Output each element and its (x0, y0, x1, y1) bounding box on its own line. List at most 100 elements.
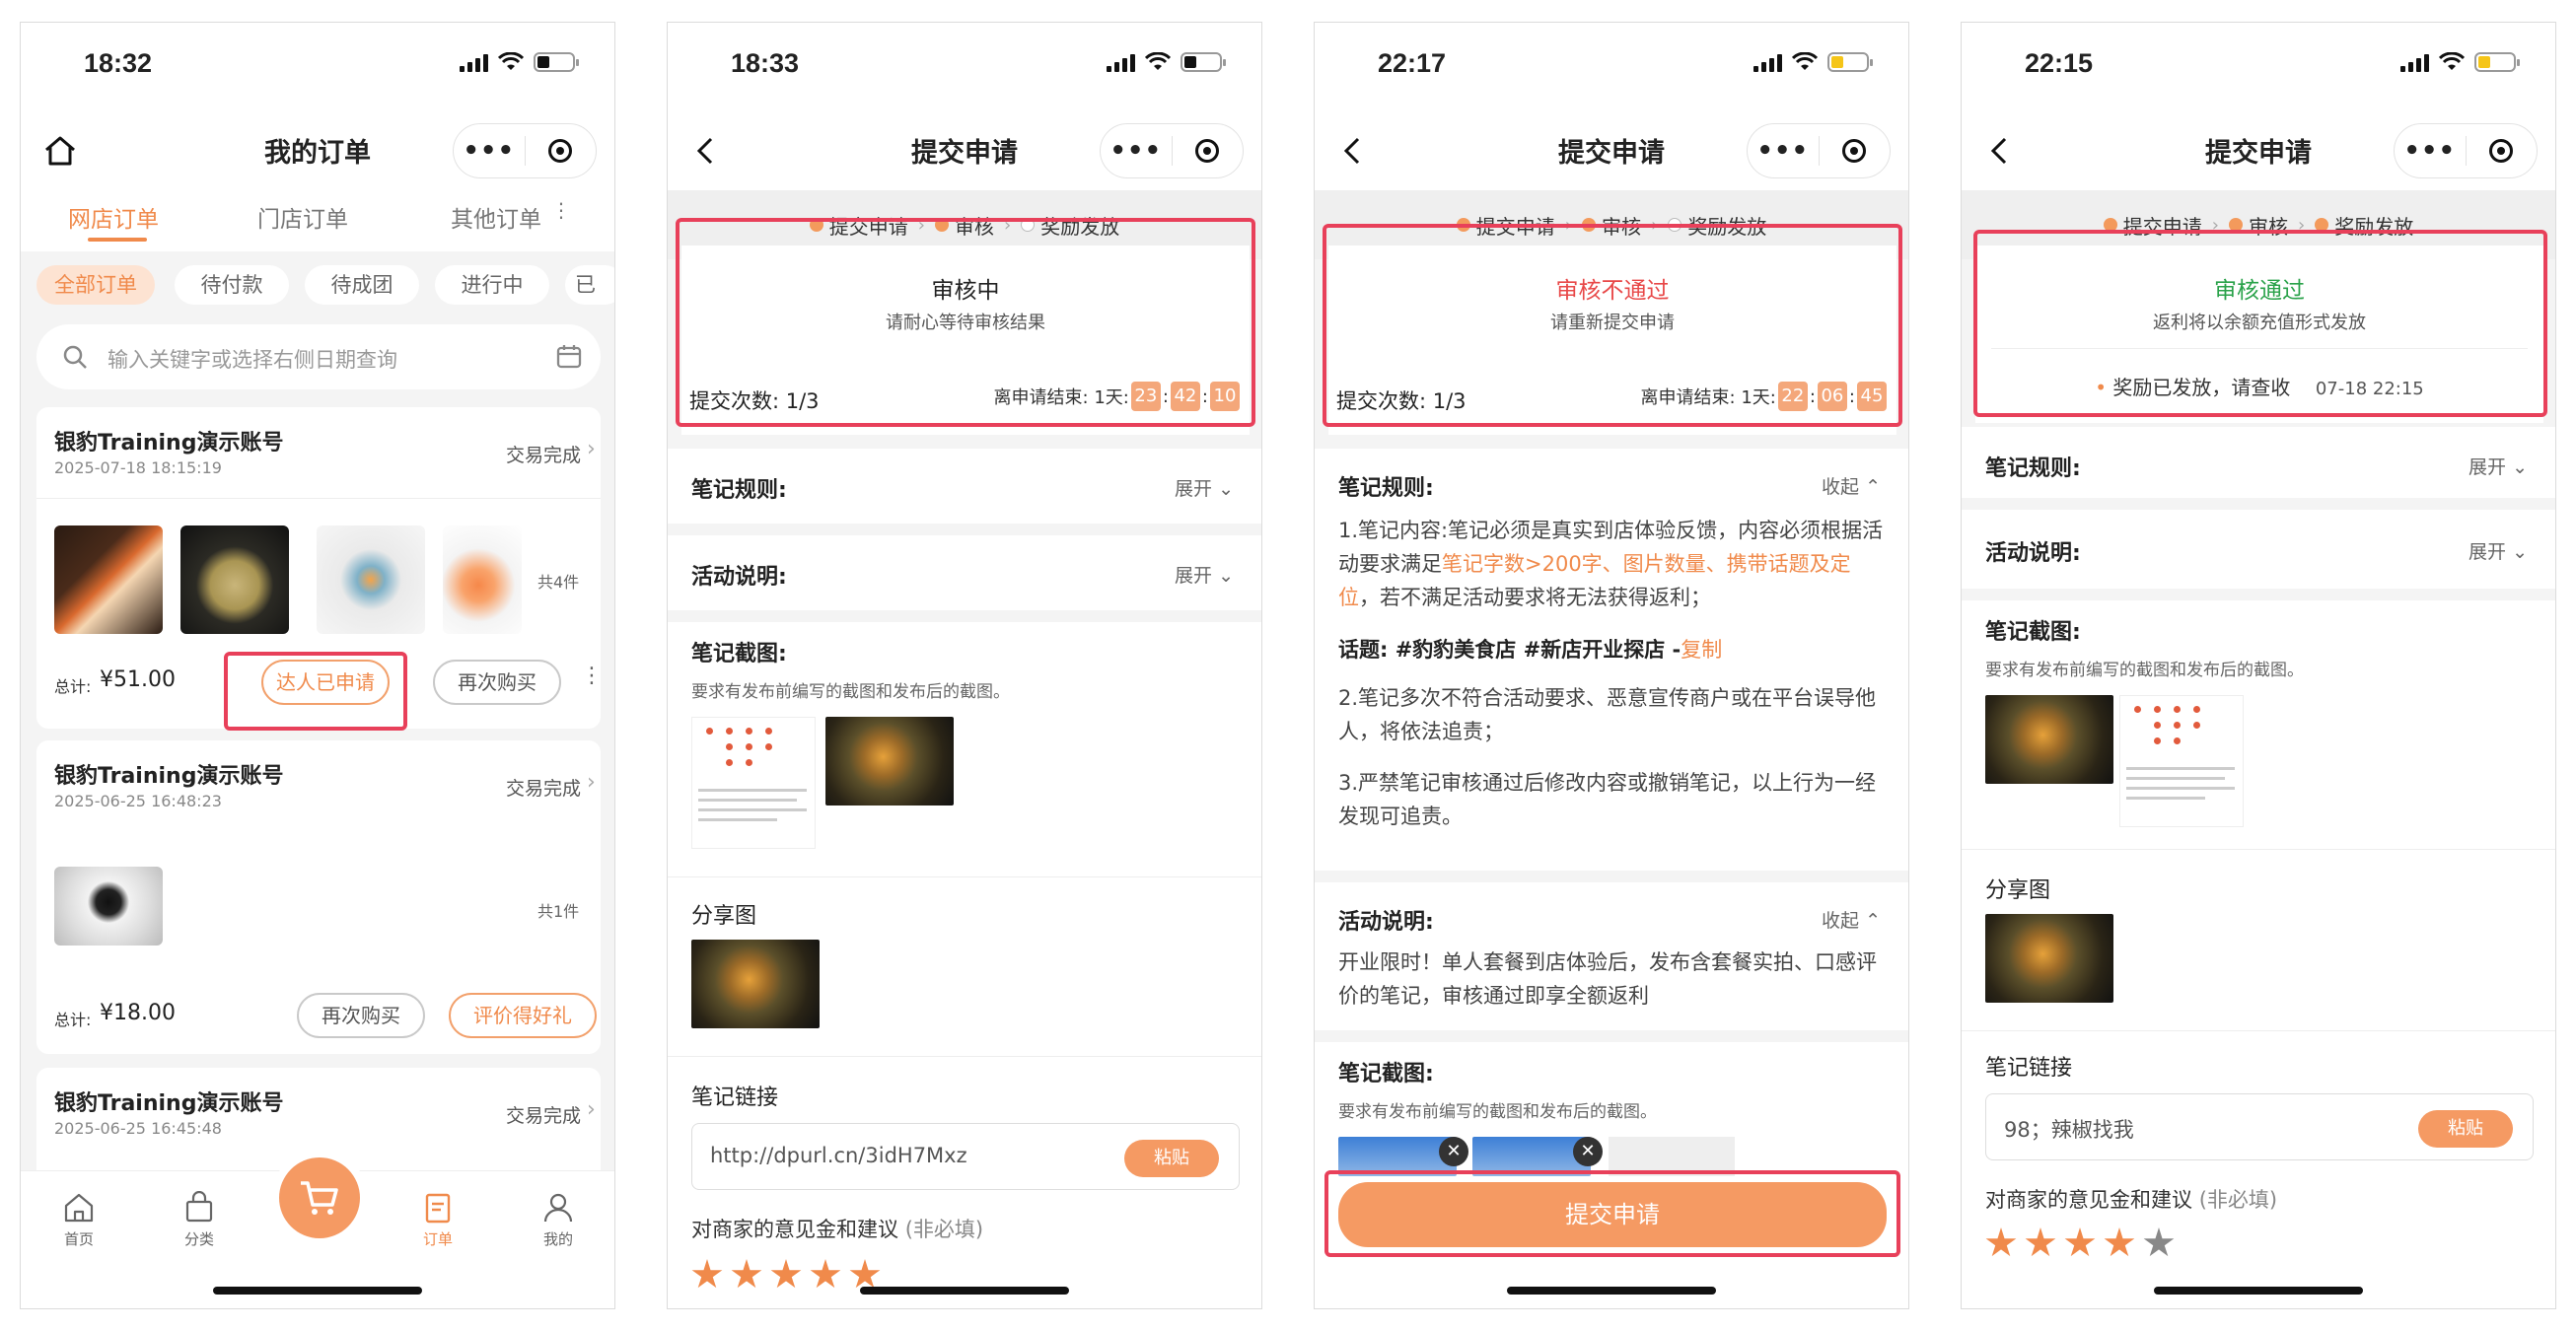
product-image-soup (180, 525, 289, 634)
activity-section[interactable]: 活动说明: 展开 ⌄ (1962, 510, 2555, 589)
order-status: 交易完成 (506, 1105, 582, 1127)
chevron-right-icon: › (587, 770, 596, 795)
share-image[interactable] (1985, 914, 2113, 1003)
wifi-icon (498, 52, 524, 70)
wifi-icon (2439, 52, 2465, 70)
buy-again-button[interactable]: 再次购买 (297, 993, 425, 1038)
home-tab-icon[interactable] (62, 1191, 96, 1225)
screenshot-image[interactable] (2119, 695, 2244, 827)
tab-online-orders[interactable]: 网店订单 (68, 200, 159, 234)
note-link-input[interactable]: 98；辣椒找我 粘贴 (1985, 1093, 2534, 1160)
star-icon (691, 1259, 723, 1289)
close-miniprogram-icon[interactable] (526, 139, 597, 163)
buy-again-button[interactable]: 再次购买 (433, 660, 561, 705)
rating-stars[interactable] (1985, 1227, 2182, 1263)
tab-orders-label[interactable]: 订单 (421, 1228, 455, 1249)
tab-home-label[interactable]: 首页 (62, 1228, 96, 1249)
tab-other-orders[interactable]: 其他订单 (451, 200, 541, 234)
status-time: 22:17 (1378, 48, 1447, 78)
rules-section[interactable]: 笔记规则: 展开 ⌄ (668, 449, 1261, 524)
order-card[interactable]: 银豹Training演示账号 2025-06-25 16:48:23 交易完成 … (36, 740, 601, 1054)
filter-completed[interactable]: 已 (565, 265, 614, 305)
cart-icon (301, 1181, 338, 1215)
rating-stars[interactable] (691, 1259, 889, 1295)
nav-bar: 提交申请 ••• (1315, 111, 1908, 190)
screenshot-image[interactable] (1985, 695, 2113, 784)
item-count: 共1件 (537, 902, 580, 921)
filter-chips: 全部订单 待付款 待成团 进行中 已 (21, 251, 614, 318)
more-vertical-icon[interactable]: ⋮ (551, 198, 571, 222)
search-input[interactable]: 输入关键字或选择右侧日期查询 (107, 344, 397, 374)
screenshot-hint: 要求有发布前编写的截图和发布后的截图。 (1985, 661, 2304, 680)
tab-store-orders[interactable]: 门店订单 (257, 200, 348, 234)
filter-pending-payment[interactable]: 待付款 (175, 265, 289, 305)
activity-collapse[interactable]: 收起 ⌃ (1822, 906, 1881, 933)
rules-collapse[interactable]: 收起 ⌃ (1822, 472, 1881, 499)
status-time: 18:32 (84, 48, 153, 78)
remove-image-icon[interactable]: ✕ (1439, 1137, 1468, 1166)
filter-in-progress[interactable]: 进行中 (435, 265, 549, 305)
star-icon (770, 1259, 802, 1289)
rules-expand[interactable]: 展开 ⌄ (2469, 453, 2528, 479)
activity-expand[interactable]: 展开 ⌄ (2469, 537, 2528, 564)
close-miniprogram-icon[interactable] (1173, 139, 1244, 163)
paste-button[interactable]: 粘贴 (2418, 1110, 2513, 1148)
rules-expand[interactable]: 展开 ⌄ (1175, 474, 1234, 501)
status-bar: 18:33 (668, 23, 1261, 111)
note-link-input[interactable]: http://dpurl.cn/3idH7Mxz 粘贴 (691, 1123, 1240, 1190)
rules-label: 笔记规则: (1338, 476, 1434, 501)
wifi-icon (1792, 52, 1818, 70)
screenshot-label: 笔记截图: (1338, 1062, 1434, 1086)
category-tab-icon[interactable] (182, 1191, 216, 1225)
tab-profile-label[interactable]: 我的 (541, 1228, 575, 1249)
paste-button[interactable]: 粘贴 (1124, 1140, 1219, 1177)
order-tabs: 网店订单 门店订单 其他订单 ⋮ (21, 190, 614, 251)
share-image[interactable] (691, 940, 820, 1028)
activity-expand[interactable]: 展开 ⌄ (1175, 561, 1234, 588)
profile-tab-icon[interactable] (541, 1191, 575, 1225)
rules-section[interactable]: 笔记规则: 展开 ⌄ (1962, 427, 2555, 498)
star-icon (731, 1259, 762, 1289)
close-miniprogram-icon[interactable] (1820, 139, 1891, 163)
share-image-label: 分享图 (1985, 878, 2051, 903)
screenshot-image[interactable] (825, 717, 954, 806)
filter-all[interactable]: 全部订单 (36, 265, 155, 305)
topic-line: 话题: #豹豹美食店 #新店开业探店 -复制 (1338, 638, 1723, 662)
order-status: 交易完成 (506, 778, 582, 800)
star-icon (2143, 1227, 2175, 1257)
more-vertical-icon[interactable]: ⋮ (581, 664, 603, 688)
close-miniprogram-icon[interactable] (2467, 139, 2538, 163)
more-icon[interactable]: ••• (454, 123, 525, 178)
copy-link[interactable]: 复制 (1681, 638, 1722, 662)
review-reward-button[interactable]: 评价得好礼 (449, 993, 597, 1038)
more-icon[interactable]: ••• (1101, 123, 1172, 178)
battery-icon (1827, 52, 1873, 72)
filter-pending-group[interactable]: 待成团 (305, 265, 419, 305)
order-status: 交易完成 (506, 445, 582, 466)
rule-1: 1.笔记内容:笔记必须是真实到店体验反馈，内容必须根据活动要求满足笔记字数>20… (1338, 519, 1884, 609)
order-list-screen: 18:32 我的 订单 ••• 网店订单 门店订单 其他订单 ⋮ 全部订单 待付款… (20, 22, 615, 1309)
star-icon (1985, 1227, 2017, 1257)
form-section: 笔记截图: 要求有发布前编写的截图和发布后的截图。 分享图 笔记链接 98；辣椒… (1962, 600, 2555, 1308)
highlight-box (224, 652, 407, 731)
note-link-label: 笔记链接 (691, 1086, 779, 1110)
tab-category-label[interactable]: 分类 (182, 1228, 216, 1249)
status-time: 18:33 (731, 48, 800, 78)
remove-image-icon[interactable]: ✕ (1573, 1137, 1603, 1166)
screenshot-image[interactable] (691, 717, 816, 849)
cart-button[interactable] (279, 1157, 360, 1238)
mini-program-capsule: ••• (1100, 123, 1244, 178)
more-icon[interactable]: ••• (2395, 123, 2466, 178)
search-bar[interactable]: 输入关键字或选择右侧日期查询 (36, 324, 601, 389)
star-icon (810, 1259, 841, 1289)
more-icon[interactable]: ••• (1748, 123, 1819, 178)
chevron-right-icon: › (587, 1097, 596, 1122)
rule-2: 2.笔记多次不符合活动要求、恶意宣传商户或在平台误导他人，将依法追责； (1338, 686, 1877, 743)
nav-bar: 提交申请 ••• (668, 111, 1261, 190)
form-section: 笔记截图: 要求有发布前编写的截图和发布后的截图。 分享图 笔记链接 http:… (668, 622, 1261, 1308)
battery-icon (534, 52, 579, 72)
activity-section[interactable]: 活动说明: 展开 ⌄ (668, 535, 1261, 610)
calendar-icon[interactable] (555, 342, 583, 370)
mini-program-capsule: ••• (2394, 123, 2538, 178)
orders-tab-icon[interactable] (421, 1191, 455, 1225)
